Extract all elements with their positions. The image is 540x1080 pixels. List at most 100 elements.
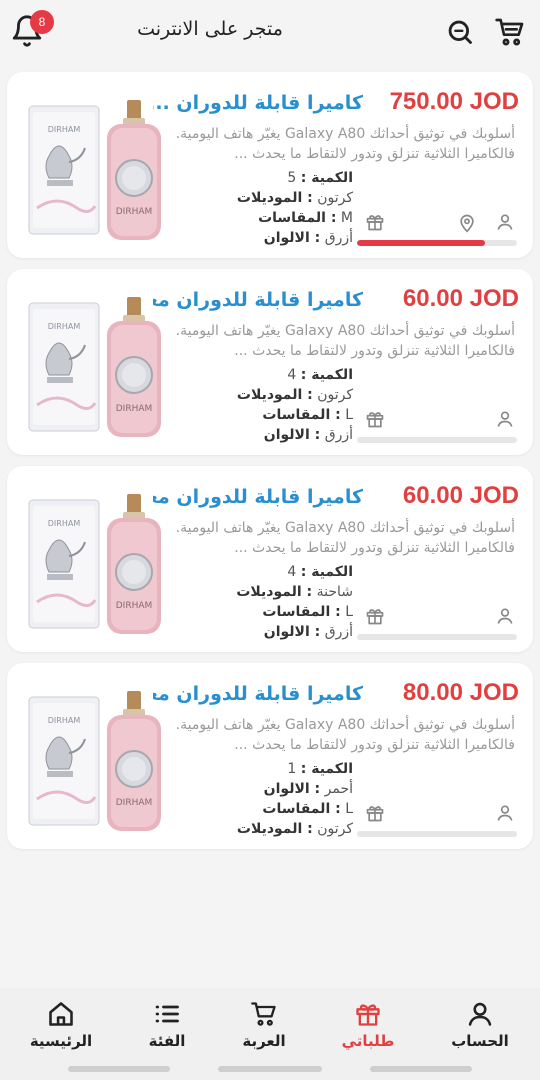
user-icon[interactable] [495,606,515,626]
order-attribute: شاحنة : الموديلات [236,584,353,600]
order-progress-bar [357,437,517,443]
order-price: 60.00 JOD [402,482,519,509]
product-name[interactable]: كاميرا قابلة للدوران معدّ... [153,289,363,311]
order-attribute: M : المقاسات [258,210,353,226]
order-progress-bar [357,634,517,640]
order-progress-bar [357,831,517,837]
svg-text:DIRHAM: DIRHAM [116,207,153,217]
nav-orders-label: طلباتي [341,1032,395,1050]
page-title: متجر على الانترنت [137,18,283,40]
order-status-icons [357,409,517,433]
product-thumbnail: DIRHAM DIRHAM [27,293,167,443]
gift-icon [356,1004,380,1026]
notification-badge: 8 [30,10,54,34]
product-image: DIRHAM DIRHAM [28,494,161,634]
order-price: 60.00 JOD [402,285,519,312]
nav-home[interactable]: الرئيسية [11,1000,111,1050]
attr-key: الموديلات [236,387,303,403]
search-icon [448,20,472,44]
order-card[interactable]: DIRHAM DIRHAM 80.00 JOD كاميرا قابلة للد… [7,663,533,849]
cart-icon [251,1002,276,1026]
product-thumbnail: DIRHAM DIRHAM [27,490,167,640]
attr-key: الكمية [311,564,353,580]
order-attribute: أحمر : الالوان [263,781,353,797]
search-button[interactable] [446,18,476,48]
order-status-icons [357,212,517,236]
gift-icon[interactable] [365,803,385,823]
cart-button[interactable] [494,16,528,50]
attr-value: 5 [287,170,297,186]
attr-key: الالوان [263,624,310,640]
order-attribute: L : المقاسات [262,604,353,620]
nav-cart[interactable]: العربة [214,1000,314,1050]
attr-key: الكمية [311,761,353,777]
product-description: أسلوبك في توثيق أحداثك Galaxy A80 يغيّر … [175,717,515,753]
system-bar-right [370,1066,472,1072]
nav-account[interactable]: الحساب [430,1000,530,1050]
order-attribute: L : المقاسات [262,407,353,423]
order-attribute: الكمية : 4 [287,564,353,580]
attr-key: الموديلات [236,190,303,206]
location-pin-icon[interactable] [457,212,477,234]
attr-value: 4 [287,367,297,383]
attr-value: 4 [287,564,297,580]
system-bar-left [68,1066,170,1072]
nav-account-label: الحساب [451,1032,509,1050]
attr-key: الكمية [311,367,353,383]
gift-icon[interactable] [365,606,385,626]
product-thumbnail: DIRHAM DIRHAM [27,687,167,837]
order-attributes: الكمية : 4 كرتون : الموديلات L : المقاسات أ… [183,365,353,445]
svg-text:DIRHAM: DIRHAM [48,716,81,725]
product-image: DIRHAM DIRHAM [28,100,161,240]
attr-value: كرتون [317,387,353,403]
order-attribute: كرتون : الموديلات [236,387,353,403]
attr-key: الكمية [311,170,353,186]
product-name[interactable]: كاميرا قابلة للدوران ... [153,92,363,114]
nav-home-label: الرئيسية [29,1032,93,1050]
user-icon[interactable] [495,409,515,429]
attr-value: 1 [287,761,297,777]
order-price: 750.00 JOD [389,88,519,115]
nav-category[interactable]: الفئة [117,1000,217,1050]
svg-text:DIRHAM: DIRHAM [116,798,153,808]
order-progress-bar [357,240,517,246]
attr-key: المقاسات [262,407,331,423]
order-status-icons [357,803,517,827]
product-name[interactable]: كاميرا قابلة للدوران معدّ... [153,683,363,705]
attr-value: L [345,604,353,620]
product-name[interactable]: كاميرا قابلة للدوران معدّ... [153,486,363,508]
svg-text:DIRHAM: DIRHAM [48,519,81,528]
product-description: أسلوبك في توثيق أحداثك Galaxy A80 يغيّر … [175,323,515,359]
attr-value: كرتون [317,190,353,206]
order-attributes: الكمية : 1 أحمر : الالوان L : المقاسات كرتو… [183,759,353,839]
order-status-icons [357,606,517,630]
order-attribute: الكمية : 1 [287,761,353,777]
order-progress-fill [357,240,485,246]
attr-key: الموديلات [236,821,303,837]
top-bar: 8 متجر على الانترنت [0,0,540,64]
order-attribute: L : المقاسات [262,801,353,817]
attr-value: شاحنة [316,584,353,600]
user-icon[interactable] [495,803,515,823]
user-icon[interactable] [495,212,515,232]
attr-key: الالوان [263,427,310,443]
order-card[interactable]: DIRHAM DIRHAM 60.00 JOD كاميرا قابلة للد… [7,466,533,652]
product-thumbnail: DIRHAM DIRHAM [27,96,167,246]
attr-value: أزرق [324,427,353,443]
attr-value: أزرق [324,624,353,640]
attr-key: الموديلات [236,584,302,600]
order-attribute: كرتون : الموديلات [236,821,353,837]
attr-key: المقاسات [262,604,331,620]
attr-key: المقاسات [262,801,331,817]
order-attribute: كرتون : الموديلات [236,190,353,206]
list-icon [155,1005,179,1023]
gift-icon[interactable] [365,212,385,232]
order-card[interactable]: DIRHAM DIRHAM 750.00 JOD كاميرا قابلة لل… [7,72,533,258]
attr-value: كرتون [317,821,353,837]
product-description: أسلوبك في توثيق أحداثك Galaxy A80 يغيّر … [175,126,515,162]
nav-orders[interactable]: طلباتي [318,1000,418,1050]
nav-cart-label: العربة [242,1032,286,1050]
gift-icon[interactable] [365,409,385,429]
order-card[interactable]: DIRHAM DIRHAM 60.00 JOD كاميرا قابلة للد… [7,269,533,455]
product-description: أسلوبك في توثيق أحداثك Galaxy A80 يغيّر … [175,520,515,556]
